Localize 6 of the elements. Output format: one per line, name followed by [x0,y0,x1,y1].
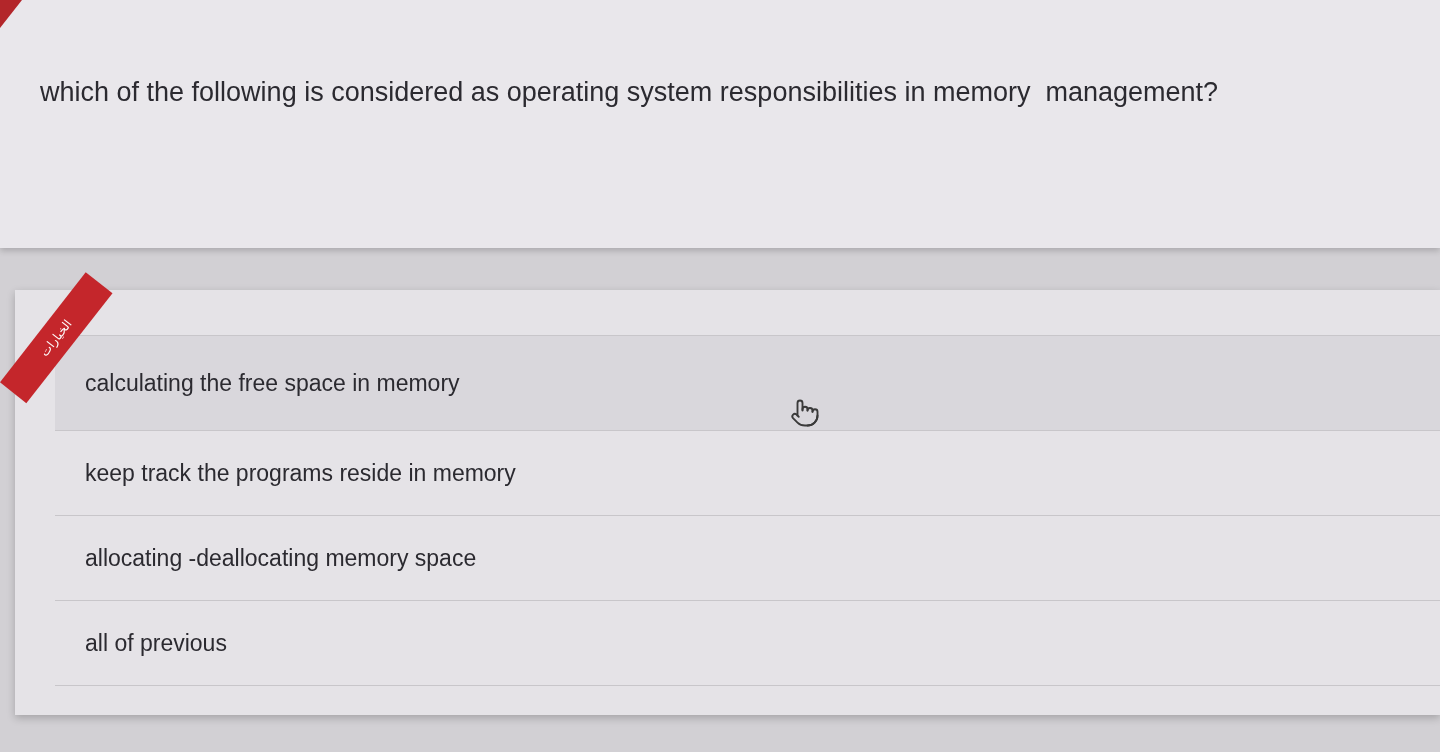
option-row[interactable]: keep track the programs reside in memory [55,430,1440,515]
option-row[interactable]: allocating -deallocating memory space [55,515,1440,600]
ribbon-corner-icon [0,0,22,28]
hand-cursor-icon [790,398,820,428]
option-row[interactable]: all of previous [55,600,1440,685]
question-text: which of the following is considered as operating system responsibilities in memory management? [40,76,1219,109]
